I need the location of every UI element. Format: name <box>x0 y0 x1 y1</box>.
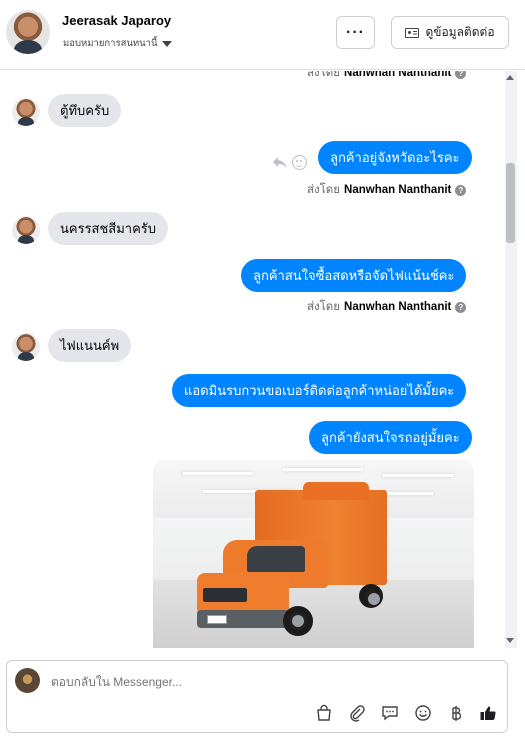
contact-card-icon <box>405 27 420 38</box>
sent-by-agent: Nanwhan Nanthanit <box>344 71 452 79</box>
shopping-bag-icon[interactable] <box>313 702 335 724</box>
sent-by-prefix: ส่งโดย <box>307 71 341 79</box>
contact-avatar-small[interactable] <box>12 333 40 361</box>
help-icon[interactable]: ? <box>455 301 467 313</box>
sent-by-agent: Nanwhan Nanthanit <box>344 184 452 196</box>
sent-by-line: ส่งโดย Nanwhan Nanthanit ? <box>307 71 467 82</box>
truck-wheel <box>359 584 383 608</box>
more-options-button[interactable]: ··· <box>336 16 375 49</box>
truck-box-cap <box>303 482 369 500</box>
chat-bubble-icon[interactable] <box>379 702 401 724</box>
photo-ceiling-light <box>383 474 453 477</box>
caret-down-icon <box>161 40 172 47</box>
page-avatar <box>15 668 40 693</box>
contact-avatar[interactable] <box>6 10 50 54</box>
scroll-down-icon[interactable] <box>506 638 514 643</box>
assign-conversation-dropdown[interactable]: มอบหมายการสนทนานี้ <box>63 36 172 51</box>
sent-by-agent: Nanwhan Nanthanit <box>344 301 452 313</box>
truck-wheel <box>283 606 313 636</box>
outgoing-message[interactable]: แอดมินรบกวนขอเบอร์ติดต่อลูกค้าหน่อยได้มั… <box>172 374 467 407</box>
reply-composer <box>6 660 508 733</box>
sent-by-line: ส่งโดย Nanwhan Nanthanit ? <box>307 181 467 199</box>
messenger-inbox-conversation: Jeerasak Japaroy มอบหมายการสนทนานี้ ··· … <box>0 0 525 736</box>
help-icon[interactable]: ? <box>455 184 467 196</box>
contact-name[interactable]: Jeerasak Japaroy <box>62 13 171 28</box>
outgoing-message[interactable]: ลูกค้าอยู่จังหวัดอะไรคะ <box>318 141 472 174</box>
help-icon[interactable]: ? <box>455 71 467 79</box>
reply-icon[interactable] <box>272 156 288 170</box>
conversation-header: Jeerasak Japaroy มอบหมายการสนทนานี้ ··· … <box>0 0 525 70</box>
outgoing-message[interactable]: ลูกค้ายังสนใจรถอยู่มั้ยคะ <box>309 421 472 454</box>
smiley-icon[interactable] <box>412 702 434 724</box>
contact-avatar-small[interactable] <box>12 98 40 126</box>
contact-avatar-small[interactable] <box>12 216 40 244</box>
emoji-react-icon[interactable] <box>292 155 307 170</box>
photo-ceiling-light <box>183 472 253 475</box>
truck-grille <box>203 588 247 602</box>
baht-icon[interactable] <box>445 702 467 724</box>
image-attachment[interactable] <box>153 460 474 648</box>
truck-windshield <box>247 546 305 572</box>
view-contact-label: ดูข้อมูลติดต่อ <box>425 25 495 39</box>
assign-label: มอบหมายการสนทนานี้ <box>63 38 158 49</box>
photo-ceiling-light <box>283 468 363 471</box>
reply-input[interactable] <box>51 675 431 689</box>
outgoing-message[interactable]: ลูกค้าสนใจซื้อสดหรือจัดไฟแน้นช์คะ <box>241 259 467 292</box>
message-thread: ส่งโดย Nanwhan Nanthanit ? ตู้ทึบครับ ลู… <box>0 71 525 648</box>
thumbs-up-icon[interactable] <box>477 702 499 724</box>
incoming-message[interactable]: ไฟแนนค์พ <box>48 329 132 362</box>
sent-by-prefix: ส่งโดย <box>307 184 341 196</box>
view-contact-button[interactable]: ดูข้อมูลติดต่อ <box>391 16 509 49</box>
ellipsis-icon: ··· <box>346 23 365 41</box>
sent-by-prefix: ส่งโดย <box>307 301 341 313</box>
incoming-message[interactable]: ตู้ทึบครับ <box>48 94 122 127</box>
scroll-up-icon[interactable] <box>506 75 514 80</box>
sent-by-line: ส่งโดย Nanwhan Nanthanit ? <box>307 298 467 316</box>
scroll-thumb[interactable] <box>506 163 515 243</box>
truck-plate <box>207 615 227 624</box>
thread-scrollbar[interactable] <box>505 71 517 648</box>
incoming-message[interactable]: นครรสชสีมาครับ <box>48 212 169 245</box>
paperclip-icon[interactable] <box>346 702 368 724</box>
